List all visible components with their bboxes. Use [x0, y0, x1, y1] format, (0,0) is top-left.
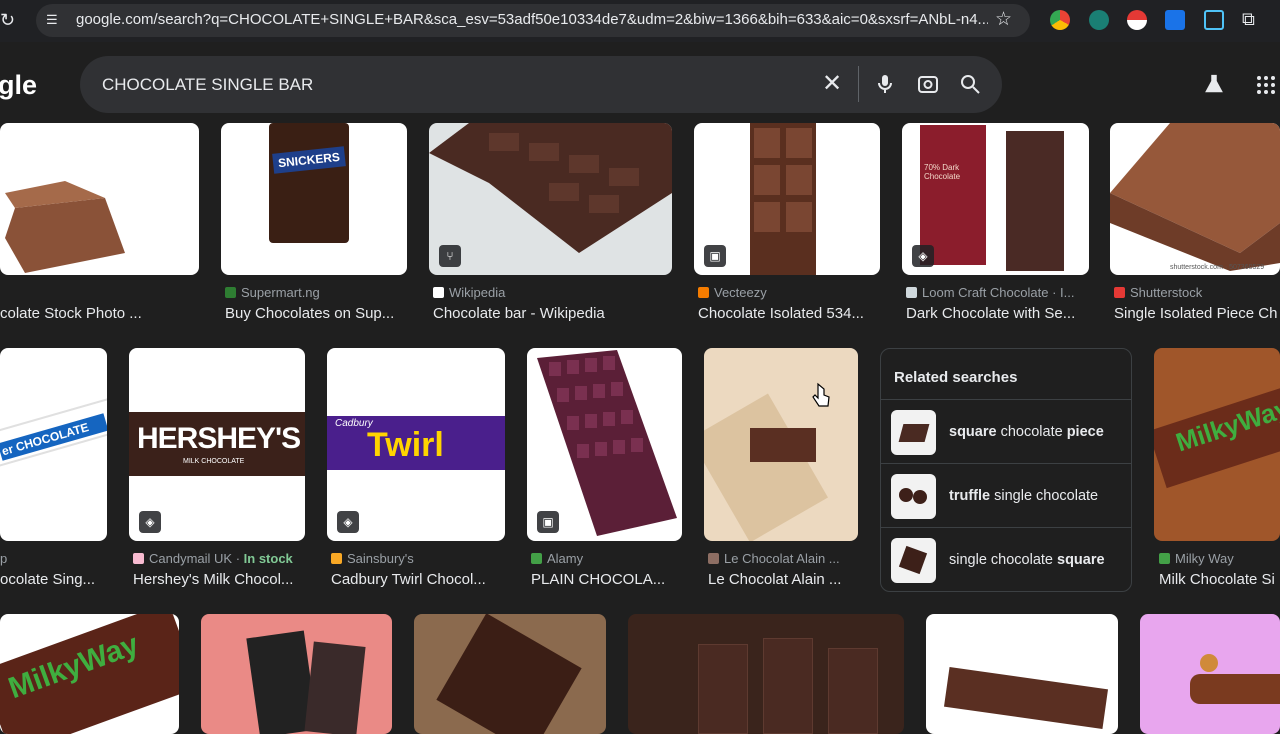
result-title[interactable]: colate Stock Photo ... — [0, 305, 199, 322]
result-source[interactable]: Alamy — [531, 551, 682, 566]
image-result-candy-pink[interactable] — [1140, 614, 1280, 734]
image-result-shutterstock[interactable]: shutterstock.com · 507360529 — [1110, 123, 1280, 275]
image-result-stock-chocolate[interactable] — [0, 123, 199, 275]
result-source-label: Candymail UK — [149, 551, 233, 566]
microphone-icon[interactable] — [873, 72, 897, 96]
related-search-item[interactable]: single chocolate square — [881, 527, 1131, 591]
result-source-label: Loom Craft Chocolate · I... — [922, 285, 1075, 300]
result-title[interactable]: PLAIN CHOCOLA... — [531, 571, 682, 588]
result-source-label: Alamy — [547, 551, 584, 566]
apps-grid-icon[interactable] — [1256, 75, 1276, 100]
related-search-label: square chocolate piece — [949, 424, 1104, 440]
image-result-salted-bar[interactable] — [926, 614, 1118, 734]
result-title[interactable]: Cadbury Twirl Chocol... — [331, 571, 505, 588]
image-result-le-chocolat-alain[interactable] — [704, 348, 858, 541]
related-searches-panel: Related searches square chocolate piece … — [880, 348, 1132, 592]
result-source[interactable]: Sainsbury's — [331, 551, 505, 566]
tag-badge-icon: ◈ — [912, 245, 934, 267]
search-divider — [858, 66, 859, 102]
result-title[interactable]: Chocolate Isolated 534... — [698, 305, 880, 322]
result-source[interactable]: Wikipedia — [433, 285, 672, 300]
related-search-label: single chocolate square — [949, 552, 1105, 568]
related-search-item[interactable]: square chocolate piece — [881, 399, 1131, 463]
image-result-snickers[interactable]: SNICKERS — [221, 123, 407, 275]
extension-pokeball-icon[interactable] — [1127, 10, 1147, 30]
browser-toolbar: ↻ ☰ google.com/search?q=CHOCOLATE+SINGLE… — [0, 0, 1280, 42]
image-badge-icon: ▣ — [537, 511, 559, 533]
extension-download-icon[interactable] — [1165, 10, 1185, 30]
result-title[interactable]: Dark Chocolate with Se... — [906, 305, 1089, 322]
image-result-truffles[interactable] — [414, 614, 606, 734]
result-source[interactable]: Vecteezy — [698, 285, 880, 300]
result-title[interactable]: Buy Chocolates on Sup... — [225, 305, 407, 322]
twirl-label: Twirl — [367, 426, 444, 464]
result-source[interactable]: Shutterstock — [1114, 285, 1280, 300]
result-source-label: Sainsbury's — [347, 551, 414, 566]
image-result-cocoa-beans[interactable] — [628, 614, 904, 734]
lens-camera-icon[interactable] — [916, 72, 940, 96]
labs-flask-icon[interactable] — [1203, 73, 1225, 100]
result-title[interactable]: Hershey's Milk Chocol... — [133, 571, 305, 588]
image-result-hersheys[interactable]: HERSHEY'S MILK CHOCOLATE ◈ — [129, 348, 305, 541]
related-search-label: truffle single chocolate — [949, 488, 1099, 504]
result-source[interactable]: Milky Way — [1159, 551, 1280, 566]
result-title[interactable]: Le Chocolat Alain ... — [708, 571, 858, 588]
related-search-item[interactable]: truffle single chocolate — [881, 463, 1131, 527]
result-source-label: Milky Way — [1175, 551, 1234, 566]
result-source[interactable]: Candymail UK · In stock — [133, 551, 305, 566]
image-result-wikipedia-bar[interactable]: ⑂ — [429, 123, 672, 275]
image-result-loom-craft[interactable]: 70% Dark Chocolate ◈ — [902, 123, 1089, 275]
shutterstock-watermark: shutterstock.com · 507360529 — [1170, 264, 1265, 271]
extension-chrome-icon[interactable] — [1050, 10, 1070, 30]
image-result-pink-dark-bars[interactable] — [201, 614, 392, 734]
tag-badge-icon: ◈ — [139, 511, 161, 533]
image-result-milky-way-box[interactable]: MilkyWay — [0, 614, 179, 734]
result-source-label: Wikipedia — [449, 285, 506, 300]
google-logo[interactable]: gle — [0, 70, 37, 101]
result-source-label: Le Chocolat Alain ... — [724, 551, 840, 566]
related-thumb — [891, 474, 936, 519]
result-title[interactable]: ocolate Sing... — [0, 571, 107, 588]
extensions-puzzle-icon[interactable]: ⧉ — [1242, 9, 1255, 30]
tag-badge-icon: ◈ — [337, 511, 359, 533]
in-stock-label: In stock — [243, 551, 293, 566]
recipe-badge-icon: ⑂ — [439, 245, 461, 267]
extension-lens-icon[interactable] — [1204, 10, 1224, 30]
extension-ai-icon[interactable] — [1089, 10, 1109, 30]
result-title[interactable]: Milk Chocolate Si — [1159, 571, 1280, 588]
result-source[interactable]: Supermart.ng — [225, 285, 407, 300]
search-input[interactable]: CHOCOLATE SINGLE BAR — [102, 75, 313, 95]
related-thumb — [891, 538, 936, 583]
url-text[interactable]: google.com/search?q=CHOCOLATE+SINGLE+BAR… — [76, 11, 988, 28]
reload-icon[interactable]: ↻ — [0, 10, 20, 30]
image-badge-icon: ▣ — [704, 245, 726, 267]
mouse-cursor-icon — [812, 382, 830, 413]
result-source-label: Shutterstock — [1130, 285, 1203, 300]
result-title[interactable]: Chocolate bar - Wikipedia — [433, 305, 672, 322]
search-icon[interactable] — [958, 72, 982, 96]
image-result-alamy[interactable]: ▣ — [527, 348, 682, 541]
related-searches-title: Related searches — [894, 369, 1018, 386]
clear-icon[interactable]: ✕ — [820, 72, 844, 96]
image-result-milky-way[interactable]: MilkyWay — [1154, 348, 1280, 541]
result-source-label: Vecteezy — [714, 285, 767, 300]
hersheys-sublabel: MILK CHOCOLATE — [183, 458, 245, 465]
result-title[interactable]: Single Isolated Piece Ch — [1114, 305, 1280, 322]
image-result-twirl[interactable]: Cadbury Twirl ◈ — [327, 348, 505, 541]
result-source[interactable]: Le Chocolat Alain ... — [708, 551, 858, 566]
result-source[interactable]: Loom Craft Chocolate · I... — [906, 285, 1089, 300]
site-info-icon[interactable]: ☰ — [46, 12, 62, 28]
result-source[interactable]: p — [0, 551, 107, 566]
image-result-kinder[interactable]: er CHOCOLATE — [0, 348, 107, 541]
related-thumb — [891, 410, 936, 455]
bookmark-star-icon[interactable]: ☆ — [995, 8, 1012, 31]
hersheys-label: HERSHEY'S — [137, 422, 301, 455]
result-source-label: Supermart.ng — [241, 285, 320, 300]
image-result-vecteezy[interactable]: ▣ — [694, 123, 880, 275]
loom-label: 70% Dark Chocolate — [924, 163, 961, 181]
